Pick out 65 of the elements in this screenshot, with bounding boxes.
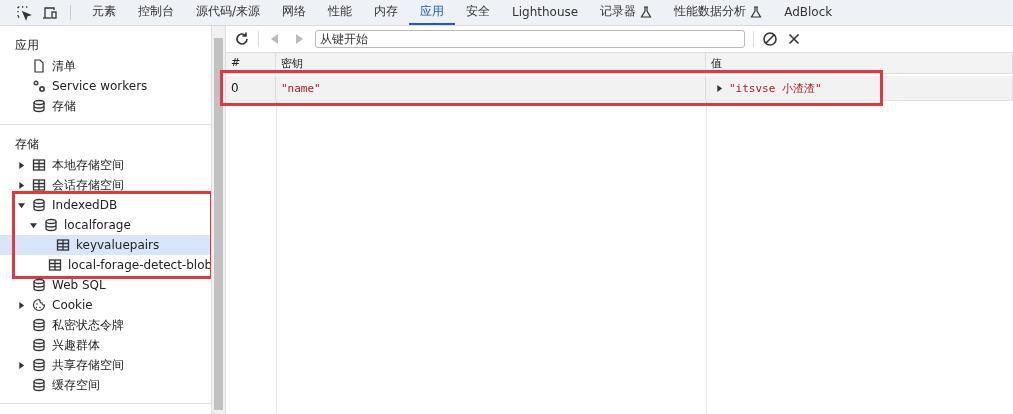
database-icon <box>32 338 46 352</box>
tree-item[interactable]: Cookie <box>0 295 211 315</box>
table-icon <box>32 158 46 172</box>
database-icon <box>32 358 46 372</box>
tree-item[interactable]: 缓存空间 <box>0 375 211 395</box>
expanded-arrow-icon[interactable] <box>18 201 25 209</box>
panel-tab[interactable]: 源代码/来源 <box>185 0 272 25</box>
panel-tab[interactable]: 性能数据分析 <box>663 0 774 25</box>
refresh-icon[interactable] <box>234 31 250 47</box>
panel-tab[interactable]: 记录器 <box>589 0 664 25</box>
panel-tab[interactable]: Lighthouse <box>501 0 590 25</box>
table-cell: 0 <box>226 76 276 100</box>
clear-all-icon[interactable] <box>762 31 778 47</box>
table-icon <box>48 258 62 272</box>
panel-tab[interactable]: AdBlock <box>773 0 844 25</box>
tree-item[interactable]: 会话存储空间 <box>0 175 211 195</box>
panel-tab[interactable]: 性能 <box>317 0 364 25</box>
device-toolbar-icon[interactable] <box>42 4 58 21</box>
table-cell: "name" <box>276 76 706 100</box>
panel-tab[interactable]: 网络 <box>271 0 318 25</box>
tree-item[interactable]: localforage <box>0 215 211 235</box>
database-icon <box>32 198 46 212</box>
database-icon <box>44 218 58 232</box>
inspect-element-icon[interactable] <box>16 4 32 21</box>
tree-item[interactable]: 私密状态令牌 <box>0 315 211 335</box>
collapsed-arrow-icon[interactable] <box>18 161 25 169</box>
tree-item[interactable]: 本地存储空间 <box>0 155 211 175</box>
column-header[interactable]: 值 <box>706 53 1013 74</box>
collapsed-arrow-icon[interactable] <box>18 181 25 189</box>
tree-item[interactable]: 共享存储空间 <box>0 355 211 375</box>
column-header[interactable]: 密钥 <box>276 53 706 74</box>
panel-tab[interactable]: 内存 <box>363 0 410 25</box>
tree-item[interactable]: 清单 <box>0 56 211 76</box>
key-filter-field[interactable]: 从键开始 <box>315 30 745 48</box>
table-icon <box>56 238 70 252</box>
panel-tab[interactable]: 安全 <box>455 0 502 25</box>
cookie-icon <box>32 298 46 312</box>
tree-item[interactable]: local-forage-detect-blob <box>0 255 211 275</box>
expanded-arrow-icon[interactable] <box>30 221 37 229</box>
document-icon <box>32 59 46 73</box>
table-icon <box>32 178 46 192</box>
section-title: 应用 <box>14 37 40 54</box>
tree-item[interactable]: 兴趣群体 <box>0 335 211 355</box>
tree-item[interactable]: Service workers <box>0 76 211 96</box>
database-icon <box>32 378 46 392</box>
tree-item[interactable]: keyvaluepairs <box>0 235 211 255</box>
collapsed-arrow-icon[interactable] <box>716 84 723 92</box>
table-row[interactable]: 0 "name" "itsvse 小渣渣" <box>226 76 1013 101</box>
close-icon[interactable] <box>786 31 802 47</box>
scrollbar[interactable] <box>212 26 226 414</box>
section-title: 存储 <box>14 136 40 153</box>
database-icon <box>32 99 46 113</box>
value-text: "itsvse 小渣渣" <box>729 80 822 96</box>
database-icon <box>32 318 46 332</box>
panel-tab[interactable]: 元素 <box>81 0 127 25</box>
tree-item[interactable]: 存储 <box>0 96 211 116</box>
tree-item[interactable]: Web SQL <box>0 275 211 295</box>
database-icon <box>32 278 46 292</box>
panel-tab[interactable]: 应用 <box>409 0 456 25</box>
column-header[interactable]: # <box>226 53 276 74</box>
scrollbar-thumb[interactable] <box>214 38 223 410</box>
collapsed-arrow-icon[interactable] <box>18 361 25 369</box>
tree-item[interactable]: IndexedDB <box>0 195 211 215</box>
collapsed-arrow-icon[interactable] <box>18 301 25 309</box>
panel-tab[interactable]: 控制台 <box>127 0 185 25</box>
